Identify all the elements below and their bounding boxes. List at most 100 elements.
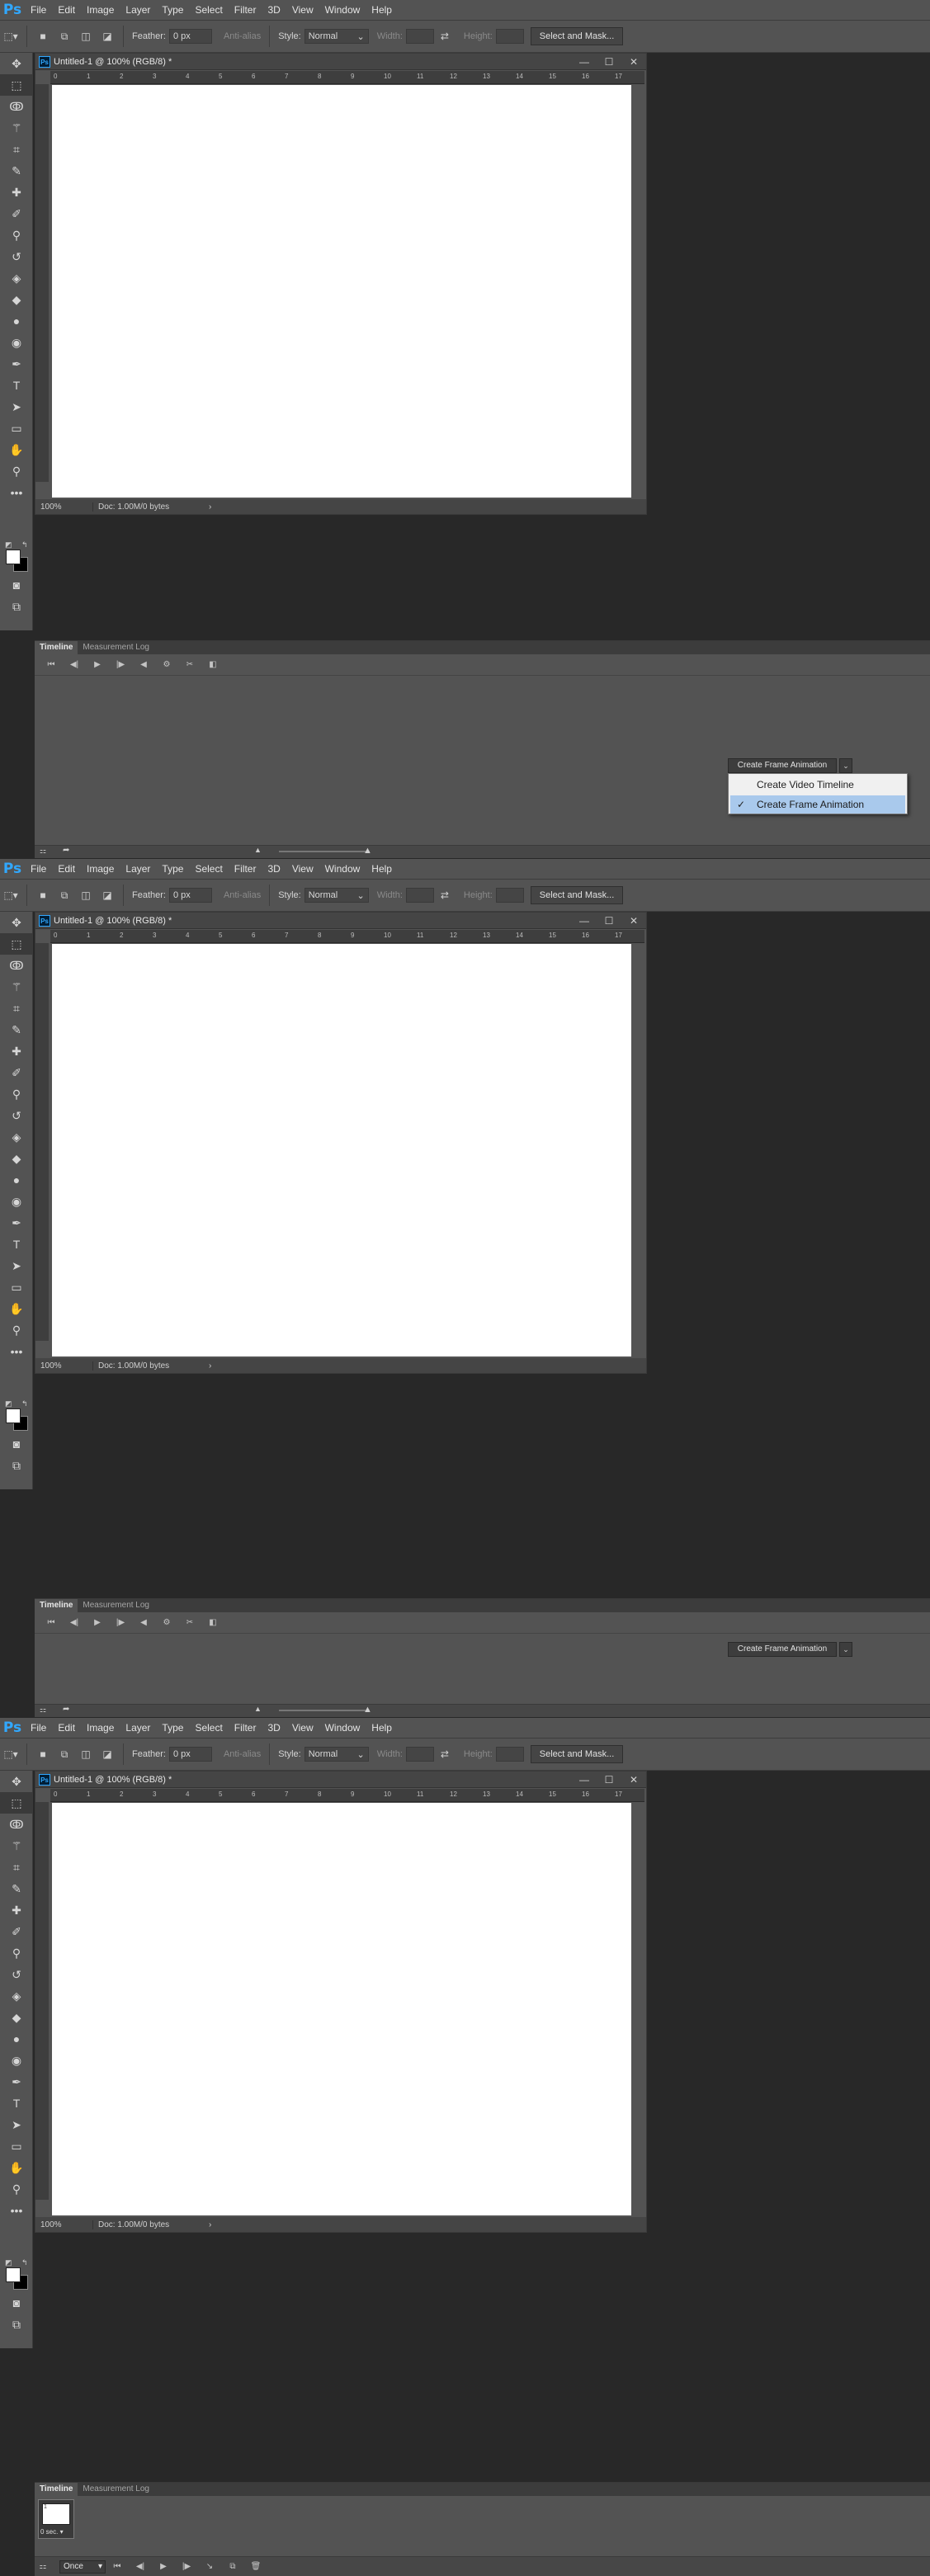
zoom-icon[interactable]: ⚲ — [0, 1319, 33, 1341]
feather-input[interactable]: 0 px — [168, 29, 212, 44]
menu-layer[interactable]: Layer — [120, 1718, 156, 1738]
pen-icon[interactable]: ✒ — [0, 353, 33, 375]
minimize-icon[interactable]: — — [572, 1774, 597, 1786]
zoom-icon[interactable]: ⚲ — [0, 460, 33, 482]
path-select-icon[interactable]: ➤ — [0, 396, 33, 418]
menu-window[interactable]: Window — [319, 859, 366, 879]
zoom-level[interactable]: 100% — [35, 2220, 93, 2229]
zoom-out-icon[interactable]: ▲ — [254, 846, 262, 854]
eraser-icon[interactable]: ◈ — [0, 1126, 33, 1148]
play-icon[interactable]: ▶ — [152, 2562, 175, 2571]
close-icon[interactable]: ✕ — [621, 56, 646, 68]
brush-icon[interactable]: ✐ — [0, 203, 33, 224]
document-title-bar[interactable]: Ps Untitled-1 @ 100% (RGB/8) * — ☐ ✕ — [35, 54, 646, 70]
first-frame-icon[interactable]: ⏮ — [40, 660, 63, 669]
create-frame-animation-button[interactable]: Create Frame Animation — [728, 758, 837, 773]
close-icon[interactable]: ✕ — [621, 915, 646, 927]
add-selection-icon[interactable]: ⧉ — [56, 888, 73, 903]
screen-mode-icon[interactable]: ⧉ — [0, 596, 33, 617]
menu-help[interactable]: Help — [366, 1718, 398, 1738]
marquee-tool-preset-icon[interactable]: ⬚▾ — [2, 29, 19, 44]
create-frame-animation-button[interactable]: Create Frame Animation — [728, 1642, 837, 1657]
healing-icon[interactable]: ✚ — [0, 1040, 33, 1062]
menu-edit[interactable]: Edit — [52, 0, 81, 20]
screen-mode-icon[interactable]: ⧉ — [0, 2314, 33, 2335]
menu-select[interactable]: Select — [189, 859, 228, 879]
settings-icon[interactable]: ⚙ — [155, 1618, 178, 1627]
intersect-selection-icon[interactable]: ◪ — [99, 888, 116, 903]
render-icon[interactable]: ➦ — [63, 1705, 69, 1714]
healing-icon[interactable]: ✚ — [0, 1899, 33, 1921]
menu-filter[interactable]: Filter — [229, 859, 262, 879]
eyedropper-icon[interactable]: ✎ — [0, 160, 33, 182]
new-selection-icon[interactable]: ■ — [35, 888, 51, 903]
magic-wand-icon[interactable]: ⚚ — [0, 1835, 33, 1857]
menu-image[interactable]: Image — [81, 1718, 120, 1738]
document-title-bar[interactable]: Ps Untitled-1 @ 100% (RGB/8) * — ☐ ✕ — [35, 913, 646, 929]
tab-measurement-log[interactable]: Measurement Log — [78, 1599, 154, 1612]
blur-icon[interactable]: ● — [0, 310, 33, 332]
more-icon[interactable]: ••• — [0, 1341, 33, 1362]
history-brush-icon[interactable]: ↺ — [0, 246, 33, 267]
brush-icon[interactable]: ✐ — [0, 1062, 33, 1083]
audio-icon[interactable]: ◀ — [132, 1618, 155, 1627]
prev-frame-icon[interactable]: ◀| — [129, 2562, 152, 2571]
path-select-icon[interactable]: ➤ — [0, 1255, 33, 1276]
style-select[interactable]: Normal ⌄ — [304, 1747, 369, 1762]
quick-mask-icon[interactable]: ◙ — [0, 2292, 33, 2314]
next-frame-icon[interactable]: |▶ — [175, 2562, 198, 2571]
new-selection-icon[interactable]: ■ — [35, 29, 51, 44]
foreground-color-swatch[interactable] — [6, 550, 21, 564]
width-input[interactable] — [405, 888, 434, 903]
crop-icon[interactable]: ⌗ — [0, 139, 33, 160]
menu-filter[interactable]: Filter — [229, 0, 262, 20]
swap-colors-icon[interactable]: ↰ — [21, 2259, 28, 2267]
status-arrow-icon[interactable]: › — [209, 502, 211, 512]
move-icon[interactable]: ✥ — [0, 1771, 33, 1792]
minimize-icon[interactable]: — — [572, 56, 597, 68]
blur-icon[interactable]: ● — [0, 2028, 33, 2050]
frame-delay-select[interactable]: 0 sec. ▾ — [40, 2528, 64, 2536]
delete-frame-icon[interactable]: 🗑 — [244, 2562, 267, 2571]
more-icon[interactable]: ••• — [0, 2200, 33, 2221]
swap-colors-icon[interactable]: ↰ — [21, 541, 28, 549]
lasso-icon[interactable]: ↂ — [0, 1814, 33, 1835]
new-selection-icon[interactable]: ■ — [35, 1747, 51, 1762]
subtract-selection-icon[interactable]: ◫ — [78, 29, 94, 44]
foreground-color-swatch[interactable] — [6, 1408, 21, 1423]
height-input[interactable] — [495, 1747, 524, 1762]
status-arrow-icon[interactable]: › — [209, 1361, 211, 1371]
more-icon[interactable]: ••• — [0, 482, 33, 503]
menu-view[interactable]: View — [286, 1718, 319, 1738]
split-icon[interactable]: ✂ — [178, 660, 201, 669]
dodge-icon[interactable]: ◉ — [0, 1191, 33, 1212]
path-select-icon[interactable]: ➤ — [0, 2114, 33, 2135]
add-selection-icon[interactable]: ⧉ — [56, 1747, 73, 1762]
marquee-icon[interactable]: ⬚ — [0, 1792, 33, 1814]
width-input[interactable] — [405, 29, 434, 44]
zoom-in-icon[interactable]: ▲ — [363, 1705, 372, 1715]
rectangle-icon[interactable]: ▭ — [0, 1276, 33, 1298]
hand-icon[interactable]: ✋ — [0, 439, 33, 460]
menu-file[interactable]: File — [25, 0, 52, 20]
quick-mask-icon[interactable]: ◙ — [0, 1433, 33, 1455]
convert-to-video-icon[interactable]: ⚏ — [35, 2562, 51, 2571]
intersect-selection-icon[interactable]: ◪ — [99, 29, 116, 44]
height-input[interactable] — [495, 888, 524, 903]
split-icon[interactable]: ✂ — [178, 1618, 201, 1627]
play-icon[interactable]: ▶ — [86, 660, 109, 669]
brush-icon[interactable]: ✐ — [0, 1921, 33, 1942]
history-brush-icon[interactable]: ↺ — [0, 1964, 33, 1985]
tab-timeline[interactable]: Timeline — [35, 641, 78, 654]
convert-icon[interactable]: ⚏ — [40, 847, 46, 856]
convert-icon[interactable]: ⚏ — [40, 1706, 46, 1715]
default-colors-icon[interactable]: ◩ — [5, 2259, 12, 2267]
type-icon[interactable]: T — [0, 375, 33, 396]
document-canvas[interactable] — [52, 85, 631, 498]
feather-input[interactable]: 0 px — [168, 888, 212, 903]
hand-icon[interactable]: ✋ — [0, 2157, 33, 2178]
type-icon[interactable]: T — [0, 2092, 33, 2114]
eraser-icon[interactable]: ◈ — [0, 267, 33, 289]
maximize-icon[interactable]: ☐ — [597, 1774, 621, 1786]
hand-icon[interactable]: ✋ — [0, 1298, 33, 1319]
